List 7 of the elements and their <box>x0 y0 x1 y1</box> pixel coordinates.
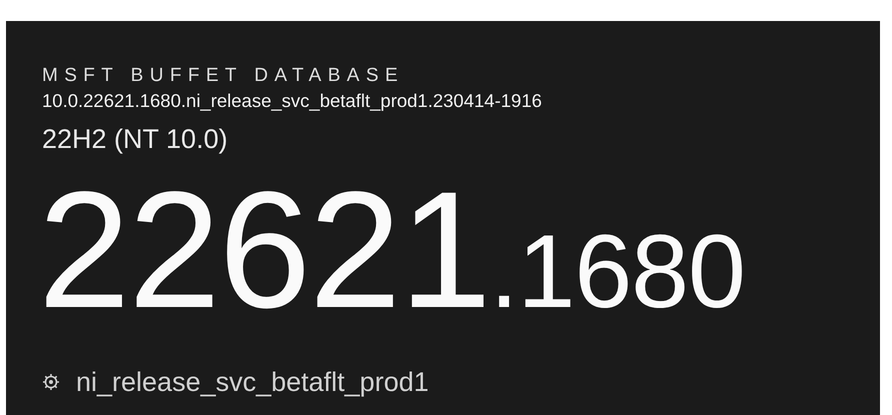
database-title: MSFT BUFFET DATABASE <box>42 65 406 87</box>
branch-name: ni_release_svc_betaflt_prod1 <box>76 367 429 397</box>
version-label: 22H2 (NT 10.0) <box>42 123 229 155</box>
build-string: 10.0.22621.1680.ni_release_svc_betaflt_prod1.230414-1916 <box>42 90 543 112</box>
gear-icon <box>42 373 60 391</box>
revision-number: .1680 <box>490 213 745 332</box>
build-number: 22621 <box>38 175 490 327</box>
